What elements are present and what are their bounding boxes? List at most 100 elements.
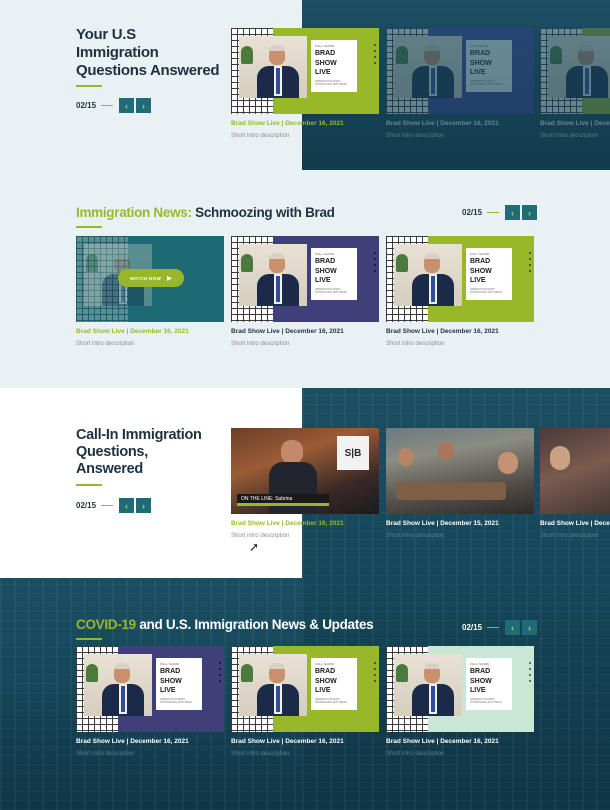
chevron-left-icon: ‹ — [125, 500, 129, 511]
video-card[interactable]: FULL SHOW BRAD SHOW LIVE IMMIGRATION NEW… — [76, 646, 224, 757]
prev-button[interactable]: ‹ — [505, 205, 521, 220]
video-thumbnail[interactable]: FULL SHOW BRAD SHOW LIVE IMMIGRATION NEW… — [386, 28, 534, 114]
tag-live: LIVE — [160, 687, 176, 694]
chevron-left-icon: ‹ — [511, 207, 515, 218]
video-meta[interactable]: Brad Show Live | December 16, 2021 — [231, 738, 379, 745]
show-tag: FULL SHOW BRAD SHOW LIVE IMMIGRATION NEW… — [466, 248, 512, 300]
show-tag: FULL SHOW BRAD SHOW LIVE IMMIGRATION NEW… — [311, 40, 357, 92]
video-description: Short intro description — [386, 133, 445, 139]
prev-button[interactable]: ‹ — [119, 498, 135, 513]
tag-sub: IMMIGRATION NEWS SCHMOOZING WITH BRAD — [470, 697, 502, 704]
tag-small: FULL SHOW — [315, 44, 335, 48]
show-tag: FULL SHOW BRAD SHOW LIVE IMMIGRATION NEW… — [311, 658, 357, 710]
section4-title-accent: COVID-19 — [76, 617, 136, 632]
tag-brad: BRAD — [315, 258, 336, 265]
tag-brad: BRAD — [315, 668, 336, 675]
host-photo — [239, 244, 307, 306]
section1-pager: 02/15 ‹ › — [76, 98, 153, 113]
video-card[interactable]: FULL SHOW BRAD SHOW LIVE IMMIGRATION NEW… — [231, 646, 379, 757]
video-card[interactable]: WATCH NOW ▶ Brad Show Live | December 16… — [76, 236, 224, 347]
tag-show: SHOW — [470, 267, 492, 275]
video-meta[interactable]: Brad Show Live | December 16, 2021 — [386, 120, 534, 127]
section4-heading: COVID-19 and U.S. Immigration News & Upd… — [76, 617, 374, 640]
tag-sub: IMMIGRATION NEWS SCHMOOZING WITH BRAD — [315, 697, 347, 704]
watch-now-button[interactable]: WATCH NOW ▶ — [118, 269, 184, 287]
chevron-right-icon: › — [142, 500, 146, 511]
video-card[interactable]: FULL SHOW BRAD SHOW LIVE IMMIGRATION NEW… — [231, 236, 379, 347]
vertical-dots — [528, 658, 532, 718]
section2-pager: 02/15 ‹ › — [462, 205, 539, 220]
video-meta[interactable]: Brad Show Live | December 16, 2021 — [76, 328, 224, 335]
video-card[interactable]: FULL SHOW BRAD SHOW LIVE IMMIGRATION NEW… — [386, 646, 534, 757]
next-button[interactable]: › — [522, 620, 538, 635]
section4-pager: 02/15 ‹ › — [462, 620, 539, 635]
video-card[interactable]: FULL SHOW BRAD SHOW LIVE IMMIGRATION NEW… — [386, 236, 534, 347]
show-tag: FULL SHOW BRAD SHOW LIVE IMMIGRATION NEW… — [311, 248, 357, 300]
video-card[interactable]: FULL SHOW BRAD SHOW LIVE IMMIGRATION NEW… — [386, 28, 534, 139]
video-meta[interactable]: Brad Show Live | December 16, 2021 — [231, 120, 379, 127]
prev-button[interactable]: ‹ — [505, 620, 521, 635]
video-meta[interactable]: Brad Show Live | December 16, 2021 — [386, 328, 534, 335]
video-thumbnail[interactable]: FULL SHOW BRAD SHOW LIVE IMMIGRATION NEW… — [386, 646, 534, 732]
video-thumbnail[interactable]: FULL SHOW BRAD SHOW LIVE IMMIGRATION NEW… — [231, 28, 379, 114]
tag-live: LIVE — [470, 687, 486, 694]
logo-box: S|B — [337, 436, 369, 470]
video-meta[interactable]: Brad Show Live | December 16, 2021 — [540, 520, 610, 527]
pager-dash — [487, 627, 500, 628]
video-description: Short intro description — [386, 751, 445, 757]
video-meta[interactable]: Brad Show Live | December 16, 2021 — [540, 120, 610, 127]
video-thumbnail[interactable] — [540, 28, 610, 114]
video-thumbnail[interactable]: FULL SHOW BRAD SHOW LIVE IMMIGRATION NEW… — [386, 236, 534, 322]
video-card[interactable]: FULL SHOW BRAD SHOW LIVE IMMIGRATION NEW… — [231, 28, 379, 139]
person-3 — [498, 452, 518, 474]
chevron-right-icon: › — [528, 622, 532, 633]
video-card[interactable]: Brad Show Live | December 16, 2021 Short… — [540, 28, 610, 139]
video-description: Short intro description — [386, 341, 445, 347]
video-meta[interactable]: Brad Show Live | December 16, 2021 — [76, 738, 224, 745]
video-meta[interactable]: Brad Show Live | December 16, 2021 — [231, 328, 379, 335]
video-thumbnail[interactable] — [386, 428, 534, 514]
video-meta[interactable]: Brad Show Live | December 16, 2021 — [386, 738, 534, 745]
tag-sub: IMMIGRATION NEWS SCHMOOZING WITH BRAD — [160, 697, 192, 704]
title-underline — [76, 226, 102, 228]
prev-button[interactable]: ‹ — [119, 98, 135, 113]
video-card[interactable]: Brad Show Live | December 16, 2021 Short… — [540, 428, 610, 539]
next-button[interactable]: › — [136, 498, 152, 513]
next-button[interactable]: › — [522, 205, 538, 220]
tag-sub: IMMIGRATION NEWS SCHMOOZING WITH BRAD — [470, 287, 502, 294]
video-thumbnail[interactable]: FULL SHOW BRAD SHOW LIVE IMMIGRATION NEW… — [76, 646, 224, 732]
show-tag: FULL SHOW BRAD SHOW LIVE IMMIGRATION NEW… — [156, 658, 202, 710]
title-underline — [76, 638, 102, 640]
video-description: Short intro description — [231, 133, 290, 139]
play-icon: ▶ — [167, 275, 173, 282]
video-card[interactable]: S|B ON THE LINE: Sabrina Brad Show Live … — [231, 428, 379, 554]
section2-title-accent: Immigration News: — [76, 205, 192, 220]
video-description: Short intro description — [231, 533, 290, 539]
section3-pager: 02/15 ‹ › — [76, 498, 153, 513]
vertical-dots — [373, 658, 377, 718]
video-thumbnail[interactable]: S|B ON THE LINE: Sabrina — [231, 428, 379, 514]
watch-now-label: WATCH NOW — [129, 275, 162, 281]
tag-small: FULL SHOW — [160, 662, 180, 666]
video-thumbnail[interactable] — [540, 428, 610, 514]
tag-small: FULL SHOW — [315, 662, 335, 666]
video-thumbnail[interactable]: FULL SHOW BRAD SHOW LIVE IMMIGRATION NEW… — [231, 236, 379, 322]
video-card[interactable]: Brad Show Live | December 15, 2021 Short… — [386, 428, 534, 539]
tag-show: SHOW — [470, 59, 492, 67]
tag-live: LIVE — [315, 69, 331, 76]
video-meta[interactable]: Brad Show Live | December 16, 2021 — [231, 520, 379, 527]
chevron-right-icon: › — [142, 100, 146, 111]
show-tag: FULL SHOW BRAD SHOW LIVE IMMIGRATION NEW… — [466, 40, 512, 92]
tag-live: LIVE — [470, 69, 486, 76]
tag-sub: IMMIGRATION NEWS SCHMOOZING WITH BRAD — [315, 287, 347, 294]
video-thumbnail[interactable]: FULL SHOW BRAD SHOW LIVE IMMIGRATION NEW… — [231, 646, 379, 732]
tag-brad: BRAD — [470, 258, 491, 265]
video-thumbnail[interactable]: WATCH NOW ▶ — [76, 236, 224, 322]
mouse-cursor-icon: ➚ — [249, 540, 260, 554]
section3-heading: Call-In Immigration Questions, Answered — [76, 427, 202, 486]
tag-small: FULL SHOW — [470, 252, 490, 256]
section3-white-block — [0, 540, 116, 578]
host-photo — [394, 36, 462, 98]
next-button[interactable]: › — [136, 98, 152, 113]
video-meta[interactable]: Brad Show Live | December 15, 2021 — [386, 520, 534, 527]
